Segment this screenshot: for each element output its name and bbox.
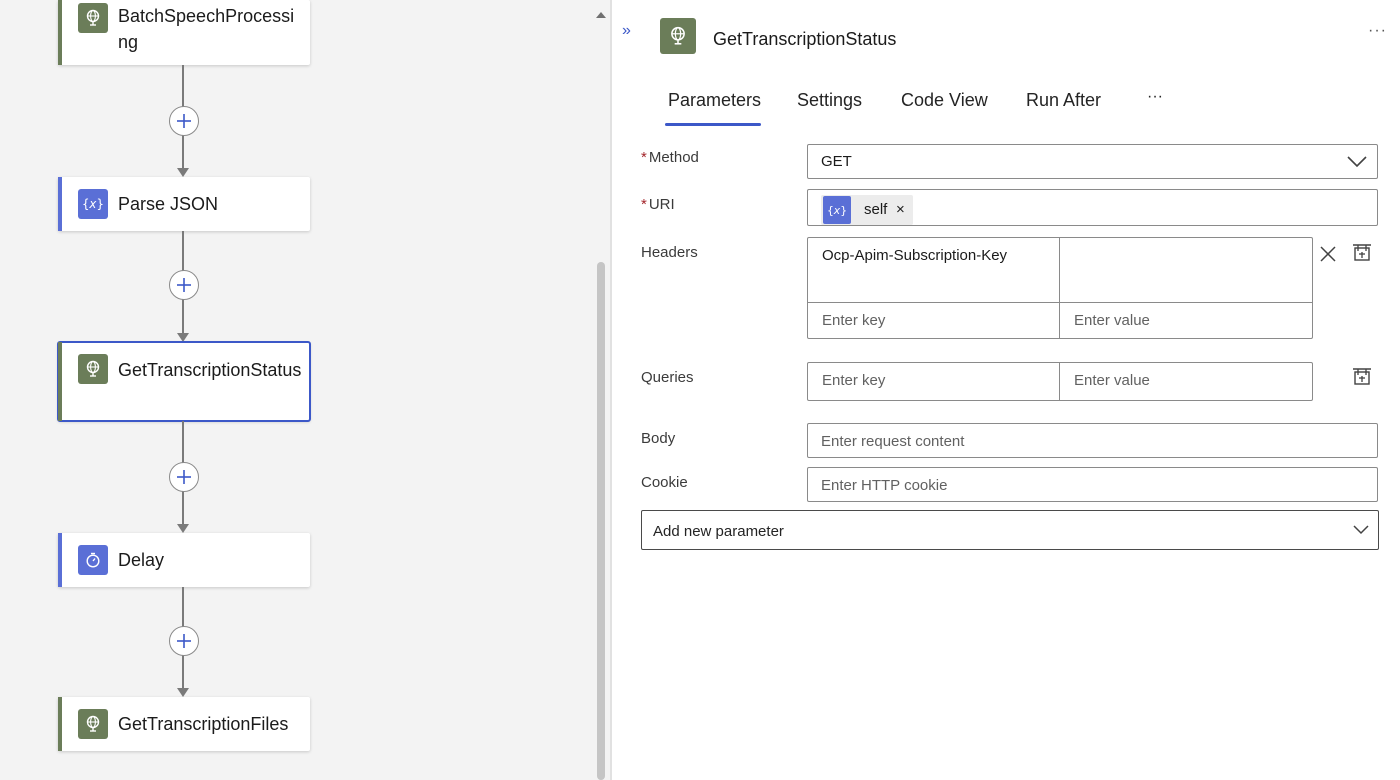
header-key-input[interactable]: Ocp-Apim-Subscription-Key [822, 247, 1007, 264]
cookie-input[interactable]: Enter HTTP cookie [807, 467, 1378, 502]
plus-icon [177, 114, 191, 128]
node-title: GetTranscriptionStatus [118, 360, 302, 380]
braces-icon: {x} [823, 196, 851, 224]
active-tab-indicator [665, 123, 761, 126]
method-value: GET [821, 153, 852, 170]
node-get-transcription-status[interactable]: GetTranscriptionStatus [57, 341, 311, 422]
add-step-button[interactable] [169, 106, 199, 136]
canvas-scrollbar-thumb[interactable] [597, 262, 605, 780]
panel-title[interactable]: GetTranscriptionStatus [713, 29, 896, 50]
headers-col-divider [1059, 237, 1060, 339]
add-step-button[interactable] [169, 462, 199, 492]
node-stripe [58, 342, 62, 421]
action-details-panel: » GetTranscriptionStatus ··· Parameters … [612, 0, 1400, 780]
node-stripe [58, 177, 62, 231]
tab-settings[interactable]: Settings [797, 90, 862, 111]
globe-icon [78, 354, 108, 384]
add-new-parameter-dropdown[interactable]: Add new parameter [641, 510, 1379, 550]
body-input[interactable]: Enter request content [807, 423, 1378, 458]
node-stripe [58, 697, 62, 751]
node-batch-speech-processing[interactable]: BatchSpeechProcessing [58, 0, 310, 65]
queries-col-divider [1059, 362, 1060, 401]
tab-run-after[interactable]: Run After [1026, 90, 1101, 111]
headers-row-divider [807, 302, 1313, 303]
query-value-input[interactable]: Enter value [1074, 372, 1150, 389]
add-new-parameter-label: Add new parameter [653, 523, 784, 540]
cookie-label: Cookie [641, 474, 688, 491]
uri-token[interactable]: {x} self × [821, 195, 913, 225]
method-label: * Method [641, 149, 699, 166]
node-title: GetTranscriptionFiles [118, 714, 289, 734]
connector-arrow [177, 168, 189, 177]
node-title: BatchSpeechProcessing [118, 6, 295, 52]
connector-arrow [177, 524, 189, 533]
connector-arrow [177, 333, 189, 342]
header-new-value-input[interactable]: Enter value [1074, 312, 1150, 329]
remove-header-x-icon[interactable] [1320, 246, 1336, 262]
chevron-down-icon [1353, 525, 1369, 535]
cookie-placeholder: Enter HTTP cookie [821, 477, 948, 494]
tab-code-view[interactable]: Code View [901, 90, 988, 111]
timer-icon [78, 545, 108, 575]
tab-parameters[interactable]: Parameters [668, 90, 761, 111]
uri-label: * URI [641, 196, 675, 213]
panel-more-button[interactable]: ··· [1368, 22, 1387, 40]
node-stripe [58, 533, 62, 587]
node-delay[interactable]: Delay [58, 533, 310, 587]
plus-icon [177, 470, 191, 484]
uri-token-label: self [864, 201, 888, 218]
headers-label: Headers [641, 244, 698, 261]
switch-to-text-mode-icon[interactable] [1352, 367, 1372, 387]
collapse-panel-button[interactable]: » [622, 22, 631, 40]
queries-label: Queries [641, 369, 694, 386]
body-placeholder: Enter request content [821, 433, 965, 450]
uri-token-remove-button[interactable]: × [896, 201, 905, 218]
chevron-down-icon [1347, 156, 1367, 168]
method-dropdown[interactable]: GET [807, 144, 1378, 179]
node-stripe [58, 0, 62, 65]
globe-icon [78, 3, 108, 33]
node-title: Parse JSON [118, 194, 219, 214]
add-step-button[interactable] [169, 626, 199, 656]
node-get-transcription-files[interactable]: GetTranscriptionFiles [58, 697, 310, 751]
node-title: Delay [118, 550, 165, 570]
query-key-input[interactable]: Enter key [822, 372, 885, 389]
tab-overflow-menu[interactable]: ··· [1147, 88, 1163, 106]
header-value-input[interactable] [1074, 247, 1304, 287]
scroll-up-arrow-icon[interactable] [596, 12, 606, 18]
plus-icon [177, 278, 191, 292]
header-new-key-input[interactable]: Enter key [822, 312, 885, 329]
body-label: Body [641, 430, 676, 447]
globe-icon [660, 18, 696, 54]
add-step-button[interactable] [169, 270, 199, 300]
node-parse-json[interactable]: {x} Parse JSON [58, 177, 310, 231]
globe-icon [78, 709, 108, 739]
switch-to-text-mode-icon[interactable] [1352, 243, 1372, 263]
connector-arrow [177, 688, 189, 697]
braces-icon: {x} [78, 189, 108, 219]
plus-icon [177, 634, 191, 648]
designer-canvas: BatchSpeechProcessing {x} Parse JSON Get… [0, 0, 610, 780]
